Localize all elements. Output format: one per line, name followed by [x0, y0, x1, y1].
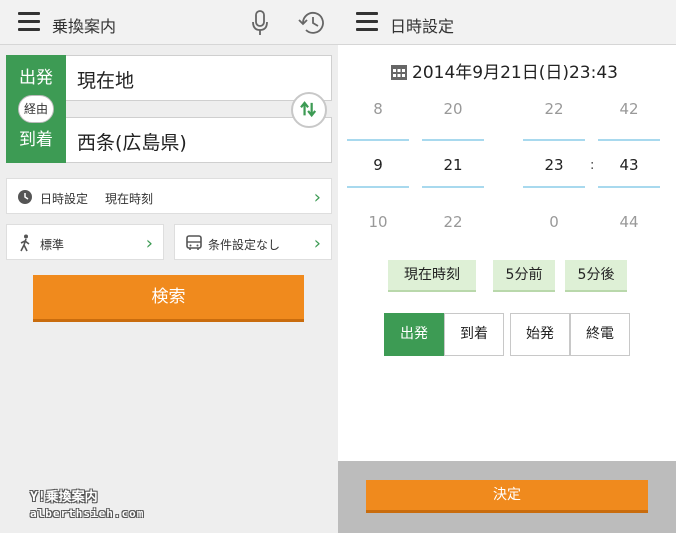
arrival-tag: 到着 [6, 117, 66, 163]
day-current[interactable]: 21 [422, 156, 484, 174]
app-title: 乗換案内 [52, 17, 117, 36]
day-next[interactable]: 22 [422, 213, 484, 231]
arrival-value: 西条(広島県) [77, 132, 187, 154]
month-current[interactable]: 9 [347, 156, 409, 174]
picker-divider [598, 139, 660, 141]
clock-icon [18, 190, 32, 204]
day-prev[interactable]: 20 [422, 100, 484, 118]
confirm-button[interactable]: 決定 [366, 480, 648, 513]
picker-divider [523, 186, 585, 188]
watermark-site: alberthsieh.com [30, 507, 145, 520]
route-search-screen: 乗換案内 出発 現在地 到着 西条(広島県) 経由 日時設定 現在時刻 › 標準… [0, 0, 338, 533]
now-button[interactable]: 現在時刻 [388, 260, 476, 292]
picker-divider [422, 139, 484, 141]
arrive-mode-button[interactable]: 到着 [444, 313, 504, 356]
calendar-icon [391, 65, 407, 80]
hour-current[interactable]: 23 [523, 156, 585, 174]
plus-5-minutes-button[interactable]: 5分後 [565, 260, 627, 292]
first-train-button[interactable]: 始発 [510, 313, 570, 356]
time-separator: : [590, 158, 595, 173]
via-button[interactable]: 経由 [18, 95, 54, 123]
search-conditions-label: 条件設定なし [208, 238, 281, 252]
minute-next[interactable]: 44 [598, 213, 660, 231]
walk-icon [20, 234, 30, 252]
last-train-button[interactable]: 終電 [570, 313, 630, 356]
picker-divider [598, 186, 660, 188]
minute-current[interactable]: 43 [598, 156, 660, 174]
microphone-icon[interactable] [250, 9, 270, 37]
menu-icon[interactable] [356, 12, 378, 32]
picker-divider [523, 139, 585, 141]
watermark: Y!乗換案内 alberthsieh.com [30, 490, 144, 522]
datetime-value: 現在時刻 [105, 192, 154, 206]
minute-prev[interactable]: 42 [598, 100, 660, 118]
app-bar: 日時設定 [338, 0, 676, 45]
month-next[interactable]: 10 [347, 213, 409, 231]
datetime-setting-screen: 日時設定 2014年9月21日(日)23:43 8 9 10 20 21 22 … [338, 0, 676, 533]
datetime-label: 日時設定 [40, 192, 89, 206]
search-conditions-row[interactable]: 条件設定なし › [174, 224, 332, 260]
screen-title: 日時設定 [390, 17, 455, 36]
search-button[interactable]: 検索 [33, 275, 304, 322]
minus-5-minutes-button[interactable]: 5分前 [493, 260, 555, 292]
datetime-setting-row[interactable]: 日時設定 現在時刻 › [6, 178, 332, 214]
bus-icon [186, 235, 202, 250]
chevron-right-icon: › [313, 233, 321, 254]
hour-prev[interactable]: 22 [523, 100, 585, 118]
departure-field[interactable]: 出発 現在地 [6, 55, 332, 101]
picker-divider [347, 186, 409, 188]
selected-date-text: 2014年9月21日(日)23:43 [412, 63, 618, 83]
walk-speed-row[interactable]: 標準 › [6, 224, 164, 260]
walk-speed-label: 標準 [40, 238, 65, 252]
swap-icon[interactable] [291, 92, 327, 128]
picker-divider [347, 139, 409, 141]
month-prev[interactable]: 8 [347, 100, 409, 118]
selected-date: 2014年9月21日(日)23:43 [390, 58, 618, 83]
watermark-title: Y!乗換案内 [30, 490, 98, 505]
departure-value: 現在地 [77, 70, 135, 92]
history-icon[interactable] [297, 9, 327, 37]
chevron-right-icon: › [313, 187, 321, 208]
depart-mode-button[interactable]: 出発 [384, 313, 444, 356]
hour-next[interactable]: 0 [523, 213, 585, 231]
bottom-bar: 決定 [338, 461, 676, 533]
menu-icon[interactable] [18, 12, 40, 32]
app-bar: 乗換案内 [0, 0, 338, 45]
picker-divider [422, 186, 484, 188]
arrival-field[interactable]: 到着 西条(広島県) [6, 117, 332, 163]
chevron-right-icon: › [145, 233, 153, 254]
route-form: 出発 現在地 到着 西条(広島県) 経由 [6, 55, 332, 163]
